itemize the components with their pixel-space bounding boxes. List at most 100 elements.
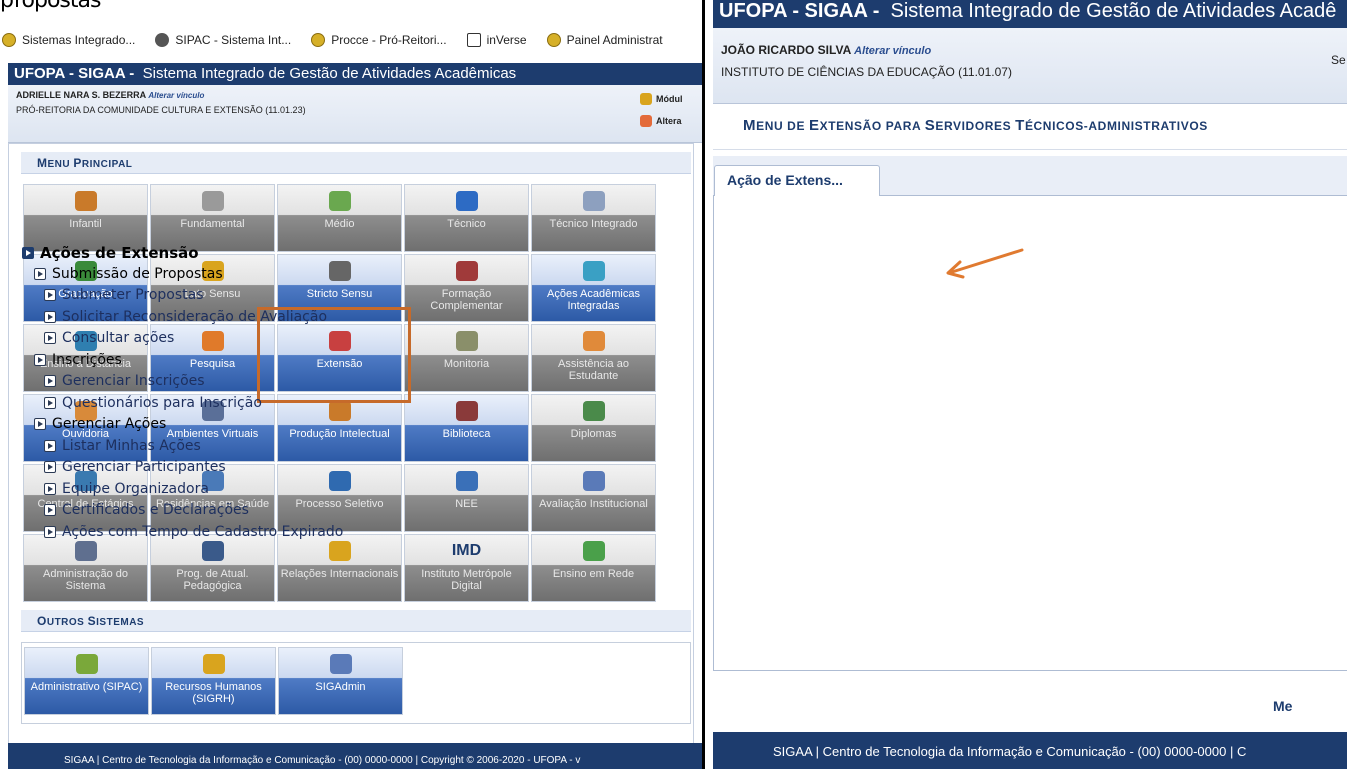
module-tile[interactable]: Prog. de Atual. Pedagógica [150,534,275,602]
bookmark-label: Sistemas Integrado... [22,33,136,47]
module-icon [328,261,351,281]
user-unit: INSTITUTO DE CIÊNCIAS DA EDUCAÇÃO (11.01… [721,65,1012,79]
bookmark-label: Painel Administrat [566,33,663,47]
inverse-icon [466,33,481,47]
right-screenshot: UFOPA - SIGAA - Sistema Integrado de Ges… [705,0,1347,769]
user-info: ADRIELLE NARA S. BEZERRA Alterar vínculo… [8,85,705,143]
system-tile[interactable]: Recursos Humanos (SIGRH) [151,647,276,715]
tree-item-link[interactable]: Gerenciar Participantes [44,459,226,475]
expand-arrow-icon [34,268,46,280]
module-tile[interactable]: Relações Internacionais [277,534,402,602]
bookmark-sipac[interactable]: SIPAC - Sistema Int... [155,33,291,47]
module-tile[interactable]: Técnico [404,184,529,252]
title-cap: S [924,117,936,134]
bookmark-inverse[interactable]: inVerse [466,33,527,47]
cut-off-heading: propostas [0,0,101,13]
bookmark-label: SIPAC - Sistema Int... [175,33,292,47]
tree-item-link[interactable]: Questionários para Inscrição [44,395,262,411]
tree-item-link[interactable]: Gerenciar Inscrições [44,373,205,389]
title-rest: ENU DE [756,119,809,133]
expand-arrow-icon [34,418,46,430]
module-label: Instituto Metrópole Digital [421,568,512,592]
module-tile[interactable]: Avaliação Institucional [531,464,656,532]
tree-item-link[interactable]: Certificados e Declarações [44,502,249,518]
modulos-link[interactable]: Módul [640,93,683,105]
app-system-name: UFOPA - SIGAA - [719,0,880,22]
expand-arrow-icon [44,397,56,409]
module-icon [74,191,97,211]
user-unit: PRÓ-REITORIA DA COMUNIDADE CULTURA E EXT… [16,105,306,115]
change-link[interactable]: Alterar vínculo [148,91,204,100]
gov-icon [546,33,561,47]
footer-menu-link[interactable]: Me [1273,698,1292,714]
module-icon [455,331,478,351]
module-tile[interactable]: Técnico Integrado [531,184,656,252]
expand-arrow-icon [44,332,56,344]
tree-group: Submissão de Propostas [34,266,223,282]
module-icon: IMD [451,542,482,559]
system-tile[interactable]: Administrativo (SIPAC) [24,647,149,715]
modules-icon [640,93,652,105]
user-info: JOÃO RICARDO SILVA Alterar vínculo INSTI… [713,28,1347,104]
system-label: Administrativo (SIPAC) [30,681,143,693]
tab-acao-extensao[interactable]: Ação de Extens... [714,165,880,196]
system-tile[interactable]: SIGAdmin [278,647,403,715]
user-icon [640,115,652,127]
module-tile[interactable]: NEE [404,464,529,532]
tree-label: Ações com Tempo de Cadastro Expirado [62,524,344,540]
module-icon [455,191,478,211]
module-tile[interactable]: Processo Seletivo [277,464,402,532]
side-link[interactable]: Se [1331,53,1346,67]
tree-item-link[interactable]: Equipe Organizadora [44,481,209,497]
module-tile[interactable]: Extensão [277,324,402,392]
tree-item-link[interactable]: Listar Minhas Ações [44,438,201,454]
tree-item-link[interactable]: Solicitar Reconsideração de Avaliação [44,309,327,325]
tree-label: Consultar ações [62,330,175,346]
module-icon [328,331,351,351]
module-label: Ações Acadêmicas Integradas [547,288,640,312]
module-tile[interactable]: Infantil [23,184,148,252]
tree-item-link[interactable]: Submeter Propostas [44,287,204,303]
module-tile[interactable]: Ensino em Rede [531,534,656,602]
tree-item-link[interactable]: Consultar ações [44,330,174,346]
module-tile[interactable]: IMD Instituto Metrópole Digital [404,534,529,602]
module-tile[interactable]: Fundamental [150,184,275,252]
module-tile[interactable]: Formação Complementar [404,254,529,322]
module-tile[interactable]: Biblioteca [404,394,529,462]
module-tile[interactable]: Ações Acadêmicas Integradas [531,254,656,322]
module-label: Extensão [316,358,363,370]
title-rest: UTROS [46,617,88,628]
module-tile[interactable]: Produção Intelectual [277,394,402,462]
tree-label: Ações de Extensão [40,244,199,262]
title-rest: ENU [47,159,74,170]
change-link[interactable]: Alterar vínculo [854,45,931,57]
system-label: Recursos Humanos (SIGRH) [165,681,262,705]
module-icon [201,541,224,561]
module-icon [582,471,605,491]
bookmark-sistemas[interactable]: Sistemas Integrado... [2,33,135,47]
expand-arrow-icon [44,311,56,323]
title-cap: M [37,156,48,170]
modulos-label: Módul [656,94,683,104]
module-tile[interactable]: Diplomas [531,394,656,462]
tree-label: Submeter Propostas [62,287,204,303]
bookmark-label: inVerse [486,33,527,47]
module-icon [582,541,605,561]
module-label: Avaliação Institucional [539,498,648,510]
module-tile[interactable]: Médio [277,184,402,252]
module-tile[interactable]: Monitoria [404,324,529,392]
alterar-link[interactable]: Altera [640,115,682,127]
bookmark-procce[interactable]: Procce - Pró-Reitori... [311,33,447,47]
module-icon [201,331,224,351]
title-cap: T [1015,117,1025,134]
page: Sistemas Integrado... SIPAC - Sistema In… [0,0,1347,769]
module-label: Técnico [447,218,486,230]
tree-item-link[interactable]: Ações com Tempo de Cadastro Expirado [44,524,343,540]
gov-icon [2,33,16,47]
bookmark-painel[interactable]: Painel Administrat [546,33,663,47]
title-rest: ERVIDORES [935,119,1016,133]
gear-icon [155,33,170,47]
module-tile[interactable]: Assistência ao Estudante [531,324,656,392]
expand-arrow-icon [44,289,56,301]
module-tile[interactable]: Administração do Sistema [23,534,148,602]
